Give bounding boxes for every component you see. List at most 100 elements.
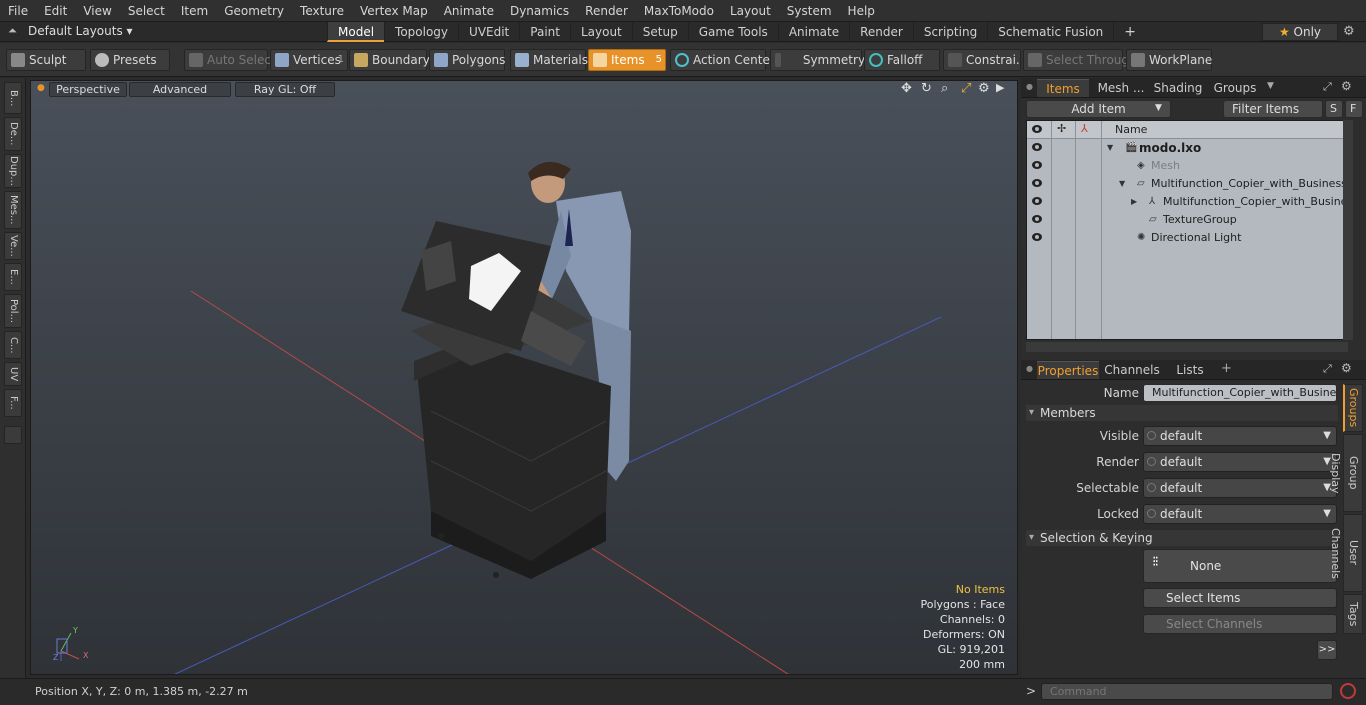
tab-items[interactable]: Items bbox=[1037, 79, 1089, 97]
add-tab-icon[interactable]: + bbox=[1221, 361, 1232, 376]
boundary-button[interactable]: Boundary bbox=[349, 49, 430, 71]
expand-arrow-icon[interactable]: ▶ bbox=[1131, 193, 1137, 211]
panel-gear-icon[interactable]: ⚙ bbox=[1341, 79, 1352, 93]
select-items-button[interactable]: Select Items bbox=[1143, 588, 1337, 608]
menu-vertex-map[interactable]: Vertex Map bbox=[352, 0, 436, 22]
sculpt-button[interactable]: Sculpt bbox=[6, 49, 86, 71]
tab-render[interactable]: Render bbox=[849, 22, 913, 42]
tab-animate[interactable]: Animate bbox=[777, 22, 849, 42]
gear-icon[interactable]: ⚙ bbox=[1343, 24, 1355, 39]
render-dropdown[interactable]: default▼ bbox=[1143, 452, 1337, 472]
tree-row[interactable]: ▱ TextureGroup bbox=[1027, 211, 1347, 229]
left-strip-extra-button[interactable] bbox=[4, 426, 22, 444]
symmetry-button[interactable]: Symmetry bbox=[770, 49, 865, 71]
vtab-tags[interactable]: Tags bbox=[1343, 594, 1363, 634]
materials-button[interactable]: Materials bbox=[510, 49, 588, 71]
menu-view[interactable]: View bbox=[75, 0, 119, 22]
tree-row[interactable]: ▼ 🎬 modo.lxo bbox=[1027, 139, 1347, 157]
select-channels-button[interactable]: Select Channels bbox=[1143, 614, 1337, 634]
expand-arrow-icon[interactable]: ▼ bbox=[1107, 139, 1113, 157]
left-tab-6[interactable]: Pol... bbox=[4, 294, 22, 328]
left-tab-1[interactable]: De... bbox=[4, 117, 22, 151]
left-tab-0[interactable]: B... bbox=[4, 82, 22, 114]
layouts-dropdown[interactable]: Default Layouts ▾ bbox=[28, 24, 133, 38]
tab-channels[interactable]: Channels bbox=[1103, 361, 1161, 379]
viewport-gear-icon[interactable]: ⚙ bbox=[978, 81, 990, 96]
tab-lists[interactable]: Lists bbox=[1165, 361, 1215, 379]
tab-model[interactable]: Model bbox=[327, 22, 385, 42]
action-center-button[interactable]: Action Center bbox=[670, 49, 775, 71]
constraints-button[interactable]: Constrai... bbox=[943, 49, 1021, 71]
left-tab-5[interactable]: E... bbox=[4, 263, 22, 291]
3d-viewport[interactable]: ● Perspective Advanced Ray GL: Off ✥ ↻ ⌕… bbox=[30, 80, 1018, 675]
raygl-toggle[interactable]: Ray GL: Off bbox=[235, 82, 335, 97]
auto-select-button[interactable]: Auto Select bbox=[184, 49, 276, 71]
left-tab-7[interactable]: C... bbox=[4, 331, 22, 359]
items-button[interactable]: Items 5 bbox=[588, 49, 666, 71]
menu-file[interactable]: File bbox=[0, 0, 36, 22]
move-view-icon[interactable]: ✥ bbox=[901, 81, 912, 96]
menu-layout[interactable]: Layout bbox=[722, 0, 779, 22]
menu-help[interactable]: Help bbox=[840, 0, 883, 22]
tree-row[interactable]: ▼ ▱ Multifunction_Copier_with_Business_ ..… bbox=[1027, 175, 1347, 193]
tree-row[interactable]: ▶ ⅄ Multifunction_Copier_with_Busines ... bbox=[1027, 193, 1347, 211]
perspective-dropdown[interactable]: Perspective bbox=[49, 82, 127, 97]
more-button[interactable]: >> bbox=[1317, 640, 1337, 660]
command-input[interactable] bbox=[1041, 683, 1333, 700]
left-tab-3[interactable]: Mes... bbox=[4, 191, 22, 229]
tab-properties[interactable]: Properties bbox=[1037, 361, 1099, 379]
tab-setup[interactable]: Setup bbox=[631, 22, 688, 42]
eye-icon[interactable] bbox=[1032, 197, 1042, 205]
locked-dropdown[interactable]: default ▼ bbox=[1143, 504, 1337, 524]
layout-collapse-icon[interactable]: ⏶ bbox=[8, 24, 17, 38]
vtab-groups[interactable]: Groups bbox=[1343, 384, 1363, 432]
workplane-button[interactable]: WorkPlane bbox=[1126, 49, 1212, 71]
eye-icon[interactable] bbox=[1032, 179, 1042, 187]
menu-texture[interactable]: Texture bbox=[292, 0, 352, 22]
left-tab-9[interactable]: F... bbox=[4, 389, 22, 417]
tab-schematic-fusion[interactable]: Schematic Fusion bbox=[987, 22, 1113, 42]
filter-s-button[interactable]: S bbox=[1325, 100, 1343, 118]
add-item-button[interactable]: Add Item bbox=[1026, 100, 1171, 118]
menu-dynamics[interactable]: Dynamics bbox=[502, 0, 577, 22]
menu-select[interactable]: Select bbox=[120, 0, 173, 22]
expand-arrow-icon[interactable]: ▼ bbox=[1119, 175, 1125, 193]
falloff-button[interactable]: Falloff bbox=[864, 49, 940, 71]
visible-dropdown[interactable]: default ▼ bbox=[1143, 426, 1337, 446]
selection-keying-section[interactable]: Selection & Keying bbox=[1026, 530, 1338, 546]
selectable-dropdown[interactable]: default▼ bbox=[1143, 478, 1337, 498]
tab-shading[interactable]: Shading bbox=[1151, 79, 1205, 97]
tabs-dropdown-icon[interactable]: ▼ bbox=[1267, 81, 1274, 91]
eye-icon[interactable] bbox=[1032, 215, 1042, 223]
tab-layout[interactable]: Layout bbox=[569, 22, 632, 42]
filter-items-input[interactable]: Filter Items bbox=[1223, 100, 1323, 118]
panel-maximize-icon[interactable]: ⤢ bbox=[1323, 362, 1332, 376]
vertices-button[interactable]: Vertices 1 bbox=[270, 49, 348, 71]
tab-mesh[interactable]: Mesh ... bbox=[1093, 79, 1149, 97]
menu-animate[interactable]: Animate bbox=[436, 0, 502, 22]
none-button[interactable]: ⁝⁝ None bbox=[1143, 549, 1337, 583]
vtab-user-channels[interactable]: User Channels bbox=[1329, 514, 1363, 592]
item-tree[interactable]: ✢ ⅄ Name ▼ 🎬 modo.lxo ◈ Mesh ▼ ▱ Multifunction_… bbox=[1026, 120, 1348, 340]
menu-item[interactable]: Item bbox=[173, 0, 216, 22]
tab-paint[interactable]: Paint bbox=[519, 22, 570, 42]
rotate-view-icon[interactable]: ↻ bbox=[921, 81, 932, 96]
record-icon[interactable] bbox=[1340, 683, 1356, 699]
advanced-dropdown[interactable]: Advanced bbox=[129, 82, 231, 97]
maximize-view-icon[interactable]: ⤢ bbox=[961, 81, 971, 96]
viewport-expand-icon[interactable]: ▶ bbox=[996, 81, 1004, 94]
vtab-group-display[interactable]: Group Display bbox=[1329, 434, 1363, 512]
tree-row[interactable]: ✺ Directional Light bbox=[1027, 229, 1347, 247]
tab-scripting[interactable]: Scripting bbox=[912, 22, 987, 42]
menu-maxtomodo[interactable]: MaxToModo bbox=[636, 0, 722, 22]
left-tab-4[interactable]: Ve... bbox=[4, 232, 22, 260]
tree-scrollbar[interactable] bbox=[1343, 120, 1353, 340]
only-toggle[interactable]: ★ Only bbox=[1262, 23, 1338, 41]
left-tab-8[interactable]: UV bbox=[4, 362, 22, 386]
add-item-arrow-icon[interactable]: ▼ bbox=[1155, 103, 1162, 113]
eye-icon[interactable] bbox=[1032, 143, 1042, 151]
panel-gear-icon[interactable]: ⚙ bbox=[1341, 361, 1352, 375]
menu-system[interactable]: System bbox=[779, 0, 840, 22]
polygons-button[interactable]: Polygons bbox=[429, 49, 505, 71]
tab-uvedit[interactable]: UVEdit bbox=[458, 22, 519, 42]
